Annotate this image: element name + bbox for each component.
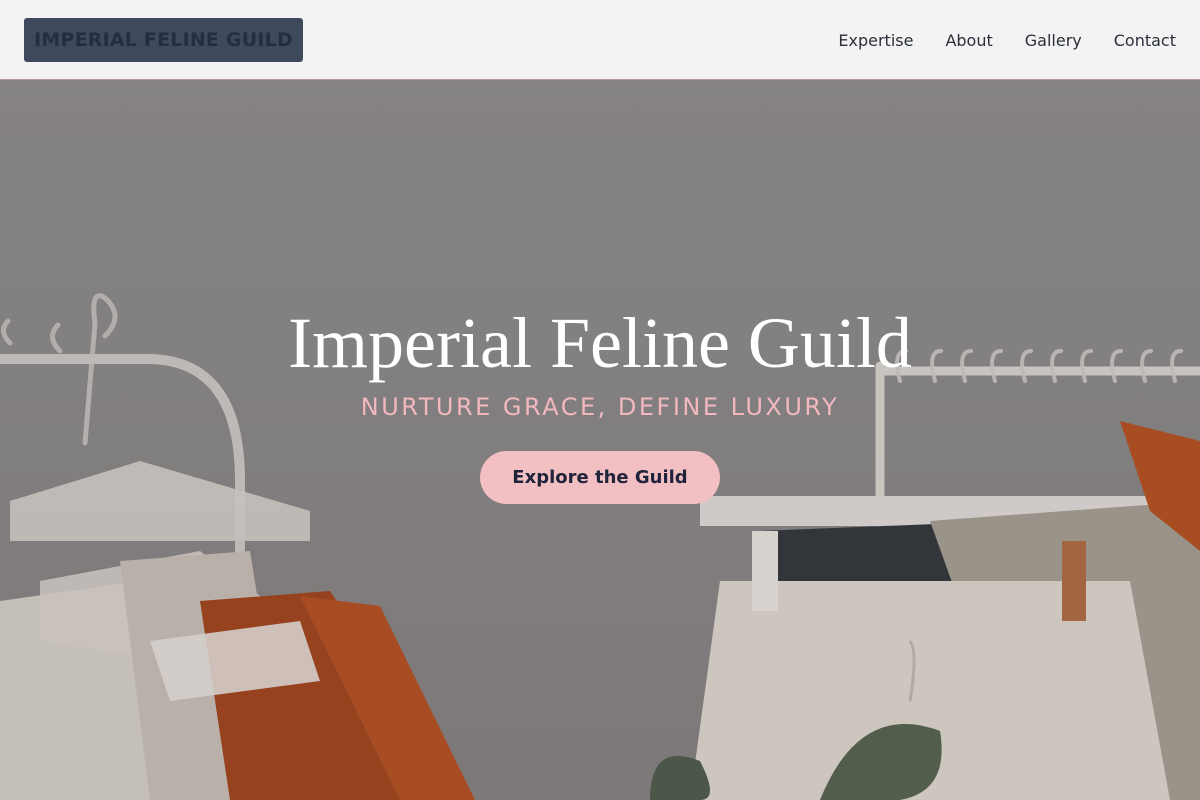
main-nav: Expertise About Gallery Contact [838, 0, 1176, 80]
nav-link-gallery[interactable]: Gallery [1025, 31, 1082, 50]
hero-content: Imperial Feline Guild NURTURE GRACE, DEF… [0, 303, 1200, 504]
site-header: IMPERIAL FELINE GUILD Expertise About Ga… [0, 0, 1200, 80]
logo[interactable]: IMPERIAL FELINE GUILD [24, 18, 303, 62]
nav-link-about[interactable]: About [945, 31, 992, 50]
explore-guild-button[interactable]: Explore the Guild [480, 451, 720, 504]
nav-link-expertise[interactable]: Expertise [838, 31, 913, 50]
nav-link-contact[interactable]: Contact [1114, 31, 1176, 50]
hero-title: Imperial Feline Guild [288, 303, 912, 383]
hero-section: Imperial Feline Guild NURTURE GRACE, DEF… [0, 81, 1200, 800]
hero-tagline: NURTURE GRACE, DEFINE LUXURY [360, 393, 840, 421]
